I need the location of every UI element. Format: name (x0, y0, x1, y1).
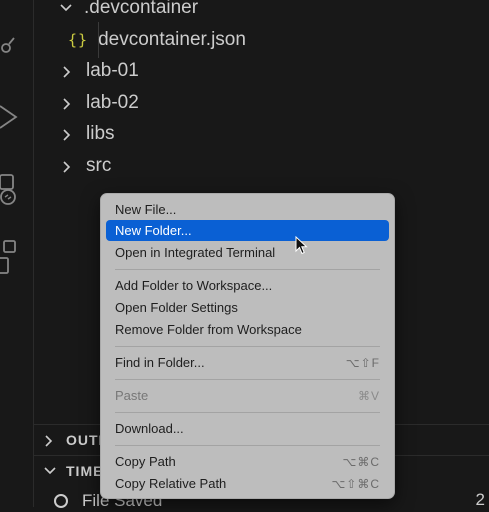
menu-item-new-folder[interactable]: New Folder... (106, 220, 389, 241)
tree-item-src[interactable]: src (34, 150, 489, 182)
chevron-down-icon (60, 3, 72, 13)
menu-item-label: Open in Integrated Terminal (115, 245, 276, 260)
menu-item-label: Paste (115, 388, 149, 403)
menu-item-shortcut: ⌥⇧⌘C (331, 476, 380, 491)
run-debug-icon[interactable] (0, 102, 18, 132)
tree-item-lab-02[interactable]: lab-02 (34, 87, 489, 119)
menu-separator (115, 412, 380, 413)
tree-item-label: src (86, 155, 112, 176)
menu-item-label: Copy Relative Path (115, 476, 227, 491)
activity-bar (0, 0, 18, 507)
menu-item-shortcut: ⌥⌘C (342, 454, 380, 469)
menu-separator (115, 445, 380, 446)
timeline-item-time: 2 (475, 490, 485, 509)
chevron-right-icon (62, 66, 72, 78)
tree-item-label: lab-01 (86, 60, 139, 81)
tree-item-libs[interactable]: libs (34, 118, 489, 150)
json-braces-icon: {} (68, 31, 89, 49)
menu-item-open-folder-settings[interactable]: Open Folder Settings (106, 297, 389, 318)
menu-item-label: Open Folder Settings (115, 300, 238, 315)
tree-item-label: devcontainer.json (98, 29, 246, 50)
menu-item-copy-relative-path[interactable]: Copy Relative Path ⌥⇧⌘C (106, 473, 389, 494)
menu-item-shortcut: ⌥⇧F (345, 355, 380, 370)
tree-item-label: libs (86, 123, 115, 144)
menu-item-paste[interactable]: Paste ⌘V (106, 385, 389, 406)
menu-item-label: Download... (115, 421, 184, 436)
chevron-right-icon (62, 129, 72, 141)
menu-item-add-folder-to-workspace[interactable]: Add Folder to Workspace... (106, 275, 389, 296)
circle-icon (54, 494, 68, 508)
tree-item-label: lab-02 (86, 92, 139, 113)
tree-item-lab-01[interactable]: lab-01 (34, 55, 489, 87)
timeline-panel-title: TIME (66, 463, 104, 479)
menu-item-new-file[interactable]: New File... (106, 199, 389, 220)
tree-item-devcontainer-json[interactable]: {} devcontainer.json (34, 24, 489, 56)
extensions-icon[interactable] (0, 238, 18, 274)
source-control-icon[interactable] (0, 30, 18, 60)
remote-explorer-icon[interactable] (0, 172, 18, 205)
tree-item-label: .devcontainer (84, 0, 199, 18)
tree-item-devcontainer-folder[interactable]: .devcontainer (34, 0, 489, 24)
mouse-pointer-icon (295, 235, 309, 256)
menu-item-shortcut: ⌘V (357, 388, 380, 403)
context-menu: New File... New Folder... Open in Integr… (100, 193, 395, 499)
chevron-right-icon (44, 435, 54, 447)
menu-item-open-in-terminal[interactable]: Open in Integrated Terminal (106, 242, 389, 263)
menu-separator (115, 269, 380, 270)
menu-item-label: Find in Folder... (115, 355, 205, 370)
menu-item-find-in-folder[interactable]: Find in Folder... ⌥⇧F (106, 352, 389, 373)
menu-item-label: Copy Path (115, 454, 176, 469)
menu-separator (115, 346, 380, 347)
menu-item-label: Add Folder to Workspace... (115, 278, 273, 293)
menu-item-copy-path[interactable]: Copy Path ⌥⌘C (106, 451, 389, 472)
menu-item-download[interactable]: Download... (106, 418, 389, 439)
menu-item-label: New Folder... (115, 223, 192, 238)
chevron-down-icon (44, 466, 56, 476)
chevron-right-icon (62, 98, 72, 110)
menu-separator (115, 379, 380, 380)
menu-item-label: Remove Folder from Workspace (115, 322, 302, 337)
menu-item-remove-folder[interactable]: Remove Folder from Workspace (106, 319, 389, 340)
menu-item-label: New File... (115, 202, 177, 217)
chevron-right-icon (62, 161, 72, 173)
